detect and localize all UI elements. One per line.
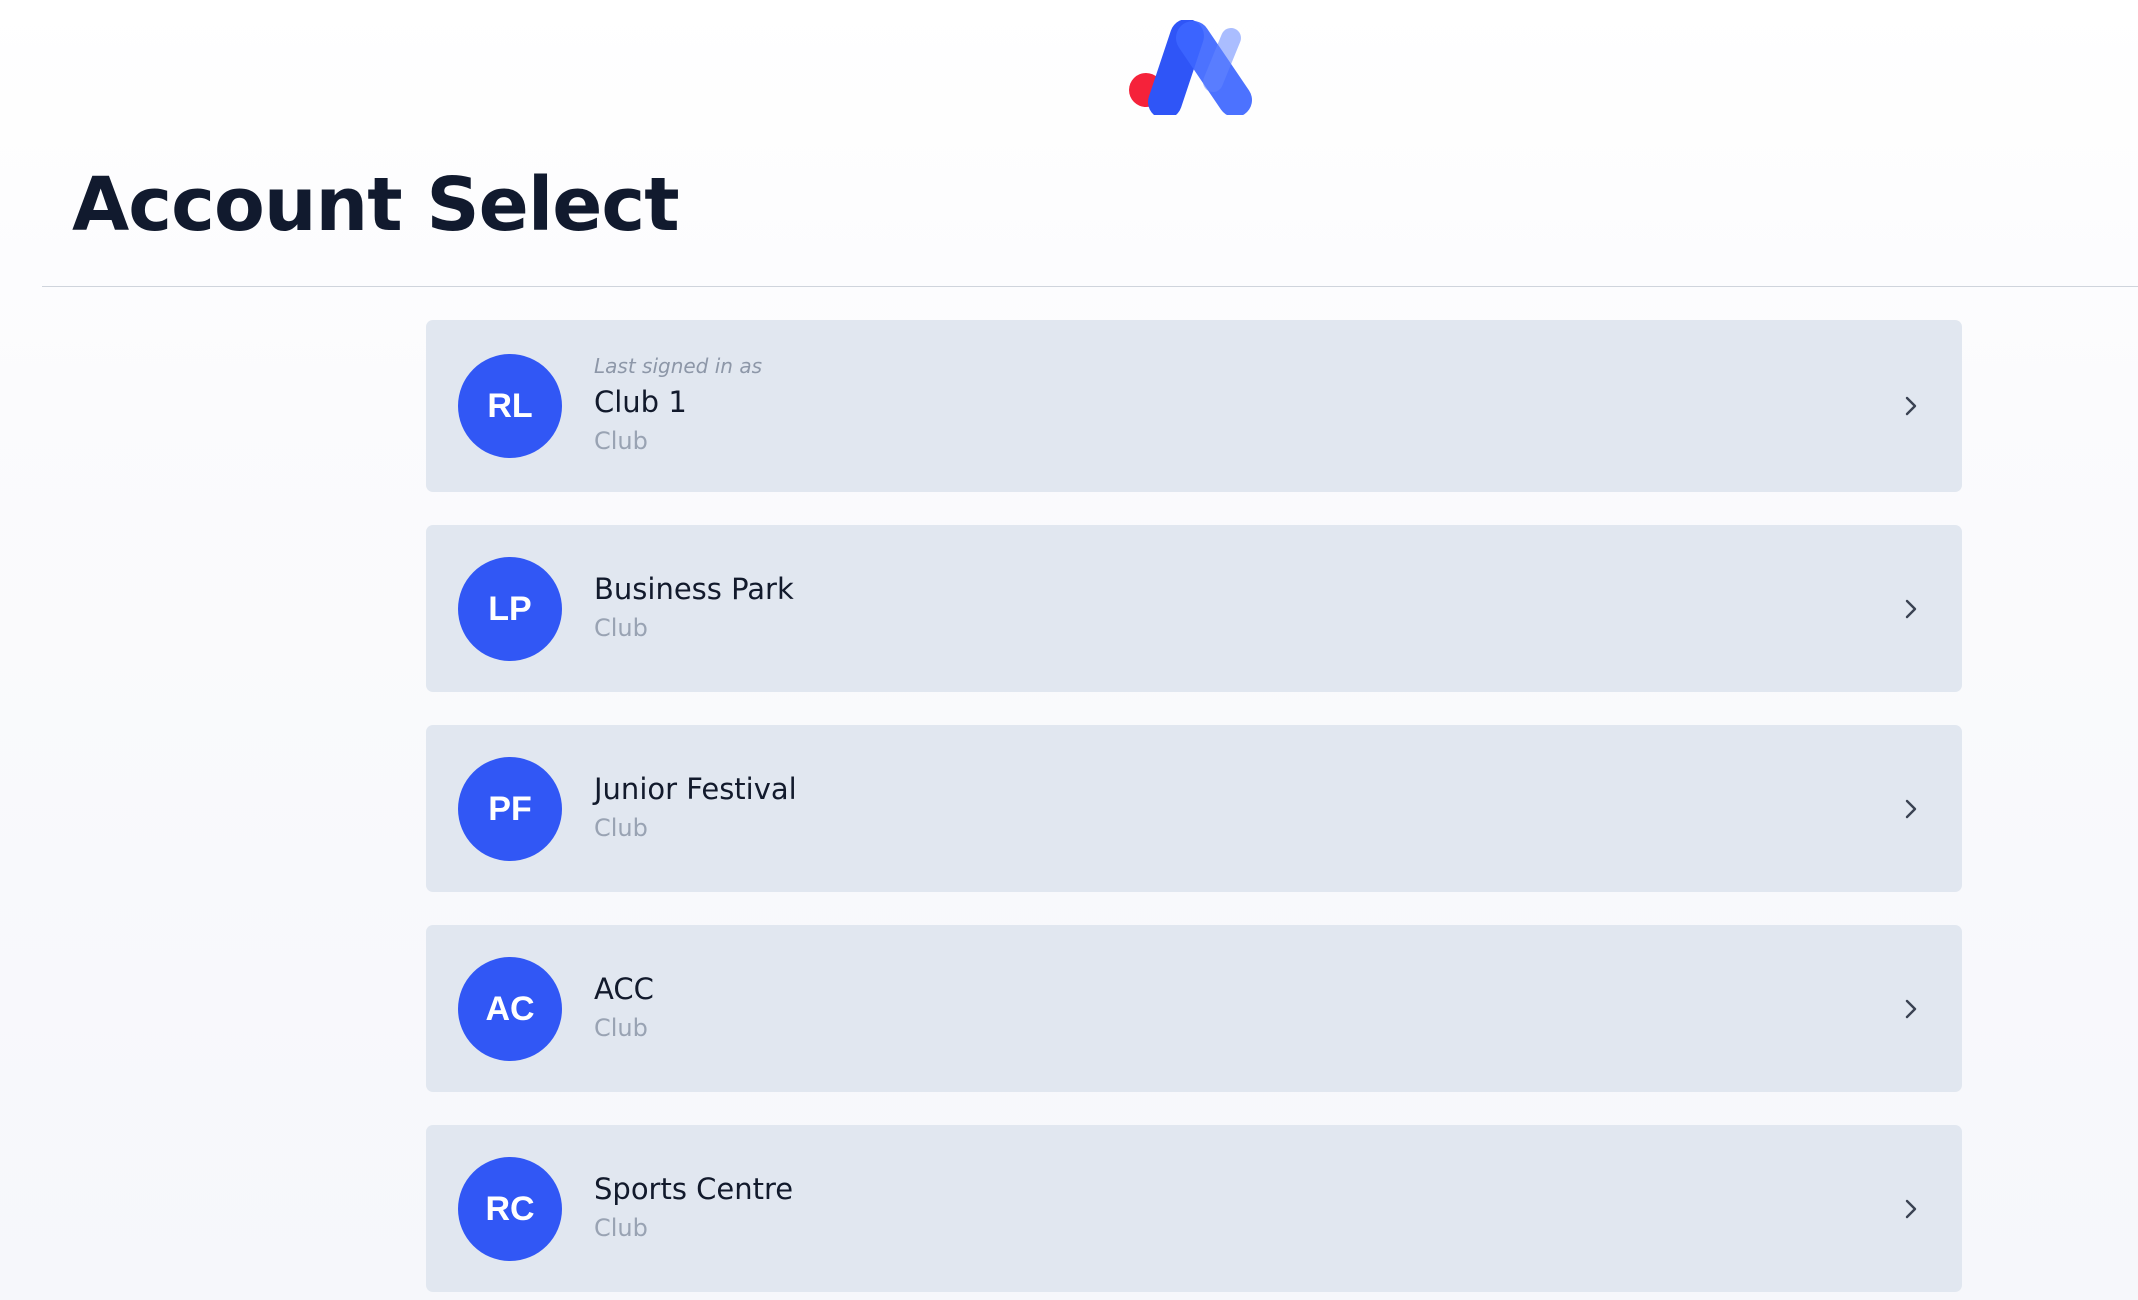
account-card-junior-festival[interactable]: PF Junior Festival Club <box>426 725 1962 892</box>
chevron-right-icon <box>1905 999 1917 1019</box>
account-type: Club <box>594 814 648 842</box>
account-card-club-1[interactable]: RL Last signed in as Club 1 Club <box>426 320 1962 492</box>
account-type: Club <box>594 614 648 642</box>
brand-logo-icon <box>1129 20 1252 115</box>
account-meta: Business Park Club <box>594 572 794 642</box>
page-title: Account Select <box>72 162 680 248</box>
account-name: Business Park <box>594 572 794 606</box>
account-card-sports-centre[interactable]: RC Sports Centre Club <box>426 1125 1962 1292</box>
header-divider <box>42 286 2138 287</box>
account-card-acc[interactable]: AC ACC Club <box>426 925 1962 1092</box>
avatar: LP <box>458 557 562 661</box>
avatar: PF <box>458 757 562 861</box>
last-signed-label: Last signed in as <box>594 354 762 378</box>
chevron-right-icon <box>1905 1199 1917 1219</box>
account-type: Club <box>594 1014 648 1042</box>
avatar: RC <box>458 1157 562 1261</box>
account-meta: Junior Festival Club <box>594 772 797 842</box>
account-meta: Last signed in as Club 1 Club <box>594 356 762 453</box>
chevron-right-icon <box>1905 799 1917 819</box>
chevron-right-icon <box>1905 599 1917 619</box>
account-meta: ACC Club <box>594 972 654 1042</box>
avatar: RL <box>458 354 562 458</box>
account-card-business-park[interactable]: LP Business Park Club <box>426 525 1962 692</box>
account-name: Sports Centre <box>594 1172 794 1206</box>
avatar: AC <box>458 957 562 1061</box>
account-name: Junior Festival <box>594 772 797 806</box>
account-name: ACC <box>594 972 654 1006</box>
account-name: Club 1 <box>594 385 687 419</box>
chevron-right-icon <box>1905 396 1917 416</box>
account-meta: Sports Centre Club <box>594 1172 794 1242</box>
account-type: Club <box>594 1214 648 1242</box>
account-type: Club <box>594 427 648 455</box>
